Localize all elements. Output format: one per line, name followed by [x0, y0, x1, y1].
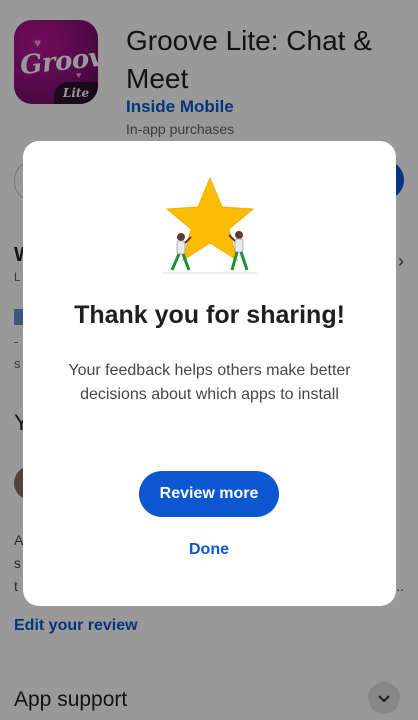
star-with-people-icon — [163, 176, 257, 274]
thank-you-dialog: Thank you for sharing! Your feedback hel… — [23, 141, 396, 606]
dialog-title: Thank you for sharing! — [74, 301, 345, 329]
review-more-button[interactable]: Review more — [139, 471, 279, 517]
done-button[interactable]: Done — [159, 533, 259, 567]
dialog-body-text: Your feedback helps others make better d… — [68, 362, 351, 403]
